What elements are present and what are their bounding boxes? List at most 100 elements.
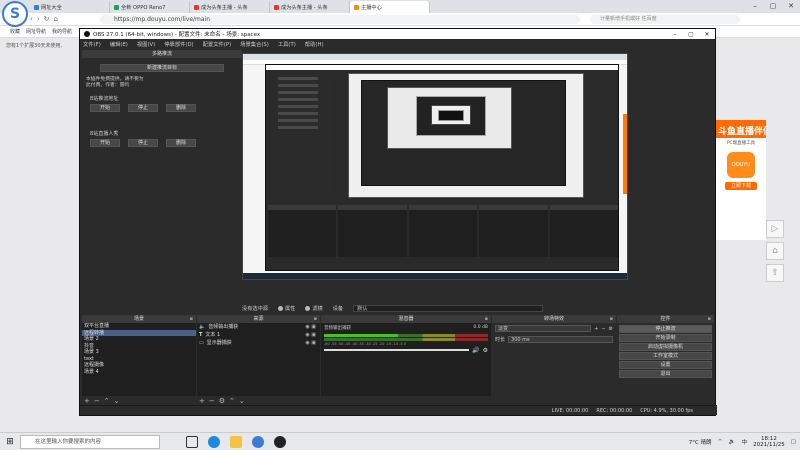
device-select[interactable]: 默认 bbox=[353, 305, 544, 312]
move-down-icon[interactable]: ⌄ bbox=[239, 397, 245, 405]
browser-tab-active[interactable]: 主播中心 bbox=[350, 1, 430, 13]
delete-button[interactable]: 删除 bbox=[166, 139, 196, 147]
move-up-icon[interactable]: ⌃ bbox=[104, 397, 110, 405]
minimize-icon[interactable]: – bbox=[667, 31, 683, 38]
filters-button[interactable]: 滤镜 bbox=[305, 305, 323, 312]
window-controls: – ▢ ✕ bbox=[746, 0, 800, 12]
home-icon[interactable]: ⌂ bbox=[54, 15, 58, 23]
virtual-camera-button[interactable]: 启动虚拟摄像机 bbox=[619, 343, 712, 351]
add-icon[interactable]: + bbox=[199, 397, 205, 405]
search-input[interactable]: 计量新增手机或好 任百度 bbox=[590, 15, 740, 24]
maximize-icon[interactable]: ▢ bbox=[764, 0, 782, 12]
back-icon[interactable]: ‹ bbox=[30, 15, 33, 23]
obs-window-controls: – ▢ ✕ bbox=[667, 31, 715, 38]
task-view-icon[interactable] bbox=[186, 435, 198, 448]
transition-select[interactable]: 淡变 bbox=[495, 325, 592, 332]
scene-list: 双平台直播 远程转播 场景 2 抖音 场景 3 text 远程摄像 场景 4 bbox=[82, 323, 196, 396]
menu-help[interactable]: 帮助(H) bbox=[305, 40, 324, 48]
browser-app-icon[interactable] bbox=[252, 435, 264, 448]
mixer-body: 音频输出捕获 0.0 dB -60 -55 -50 -45 -40 -35 -3… bbox=[321, 323, 491, 396]
duration-input[interactable]: 300 ms bbox=[508, 336, 613, 343]
visibility-icon[interactable]: ◉ ▣ bbox=[305, 331, 316, 339]
tab-label: 成为头条主播 - 头条 bbox=[201, 4, 248, 11]
clock[interactable]: 18:12 2021/11/25 bbox=[753, 436, 785, 448]
gear-icon[interactable]: ⚙ bbox=[609, 326, 613, 332]
menu-scene-collection[interactable]: 场景集合(S) bbox=[240, 40, 269, 48]
remove-icon[interactable]: − bbox=[601, 326, 605, 332]
remove-icon[interactable]: − bbox=[94, 397, 100, 405]
source-item[interactable]: 🔈 音频输出捕获 ◉ ▣ bbox=[197, 323, 320, 331]
studio-mode-button[interactable]: 工作室模式 bbox=[619, 352, 712, 360]
browser-logo-icon[interactable]: S bbox=[2, 1, 28, 27]
promo-download-button[interactable]: 立即下载 bbox=[725, 182, 757, 190]
refresh-icon[interactable]: ↻ bbox=[44, 15, 50, 23]
bookmark-item[interactable]: 我的导航 bbox=[52, 28, 72, 35]
promo-banner[interactable]: 斗鱼直播伴侣 PC端直播工具 DOUYU 立即下载 bbox=[716, 120, 766, 240]
wifi-icon[interactable]: ⌔ bbox=[718, 438, 723, 445]
add-icon[interactable]: + bbox=[84, 397, 90, 405]
exit-button[interactable]: 退出 bbox=[619, 370, 712, 378]
gear-icon[interactable]: ⚙ bbox=[219, 397, 225, 405]
browser-tab[interactable]: 成为头条主播 - 头条 bbox=[190, 1, 270, 13]
close-icon[interactable]: ✕ bbox=[782, 0, 800, 12]
speaker-icon[interactable]: 🔊 bbox=[472, 347, 479, 354]
visibility-icon[interactable]: ◉ ▣ bbox=[305, 339, 316, 347]
start-recording-button[interactable]: 开始录制 bbox=[619, 334, 712, 342]
move-down-icon[interactable]: ⌄ bbox=[114, 397, 120, 405]
stream-preview[interactable] bbox=[242, 53, 628, 280]
stop-button[interactable]: 停止 bbox=[128, 139, 158, 147]
settings-button[interactable]: 设置 bbox=[619, 361, 712, 369]
delete-button[interactable]: 删除 bbox=[166, 104, 196, 112]
gear-icon[interactable]: ⚙ bbox=[483, 347, 488, 354]
start-button[interactable]: 开始 bbox=[90, 104, 120, 112]
add-icon[interactable]: + bbox=[594, 326, 598, 332]
taskbar-search-input[interactable]: 在这里输入你要搜索的内容 bbox=[20, 434, 160, 449]
menu-tools[interactable]: 工具(T) bbox=[278, 40, 296, 48]
play-icon[interactable]: ▷ bbox=[766, 220, 784, 238]
bookmark-item[interactable]: 网址导航 bbox=[26, 28, 46, 35]
menu-edit[interactable]: 编辑(E) bbox=[110, 40, 128, 48]
minimize-icon[interactable]: – bbox=[746, 0, 764, 12]
source-item[interactable]: T 文本 1 ◉ ▣ bbox=[197, 331, 320, 339]
stop-streaming-button[interactable]: 停止推流 bbox=[619, 325, 712, 333]
remove-icon[interactable]: − bbox=[209, 397, 215, 405]
source-item[interactable]: ▭ 显示器捕获 ◉ ▣ bbox=[197, 339, 320, 347]
favicon-icon bbox=[274, 4, 279, 10]
maximize-icon[interactable]: ▢ bbox=[683, 31, 699, 38]
ime-label[interactable]: 中 bbox=[742, 438, 748, 446]
stop-button[interactable]: 停止 bbox=[128, 104, 158, 112]
extension-notice[interactable]: 您有1个扩展30天未使用, bbox=[6, 42, 62, 49]
bookmark-item[interactable]: 收藏 bbox=[10, 28, 20, 35]
start-button[interactable]: 开始 bbox=[90, 139, 120, 147]
browser-tab[interactable]: 网址大全 bbox=[30, 1, 110, 13]
notification-icon[interactable]: ▢ bbox=[791, 439, 796, 445]
menu-view[interactable]: 视图(V) bbox=[137, 40, 155, 48]
close-icon[interactable]: ✕ bbox=[699, 31, 715, 38]
weather-label[interactable]: 7°C 晴朗 bbox=[689, 438, 712, 446]
menu-docks[interactable]: 停靠部件(D) bbox=[164, 40, 193, 48]
edge-icon[interactable] bbox=[208, 435, 220, 448]
preview-nested-obs bbox=[265, 64, 619, 271]
new-target-button[interactable]: 新建推流目标 bbox=[100, 64, 224, 72]
volume-slider[interactable] bbox=[324, 349, 470, 351]
explorer-icon[interactable] bbox=[230, 435, 242, 448]
scroll-top-icon[interactable]: ⇧ bbox=[766, 264, 784, 282]
cpu-indicator: CPU: 4.9%, 30.00 fps bbox=[640, 407, 693, 414]
nav-buttons: ‹ › ↻ ⌂ bbox=[30, 15, 58, 23]
properties-button[interactable]: 属性 bbox=[277, 305, 295, 312]
scene-item[interactable]: 场景 4 bbox=[82, 369, 196, 376]
volume-icon[interactable]: 🔈 bbox=[729, 439, 736, 445]
browser-tab[interactable]: 成为头条主播 - 头条 bbox=[270, 1, 350, 13]
share-icon[interactable]: ⌂ bbox=[766, 242, 784, 260]
windows-start-icon[interactable]: ⊞ bbox=[0, 437, 20, 447]
url-input[interactable]: https://mp.douyu.com/live/main bbox=[100, 15, 580, 24]
move-up-icon[interactable]: ⌃ bbox=[229, 397, 235, 405]
visibility-icon[interactable]: ◉ ▣ bbox=[305, 323, 316, 331]
target-group-2-label: B站直播人秀 bbox=[90, 131, 119, 137]
browser-tab[interactable]: 全新 OPPO Reno7 bbox=[110, 1, 190, 13]
forward-icon[interactable]: › bbox=[37, 15, 40, 23]
menu-file[interactable]: 文件(F) bbox=[83, 40, 101, 48]
obs-app-icon[interactable] bbox=[274, 435, 286, 448]
monitor-icon: ▭ bbox=[199, 340, 204, 346]
menu-profile[interactable]: 配置文件(P) bbox=[203, 40, 232, 48]
